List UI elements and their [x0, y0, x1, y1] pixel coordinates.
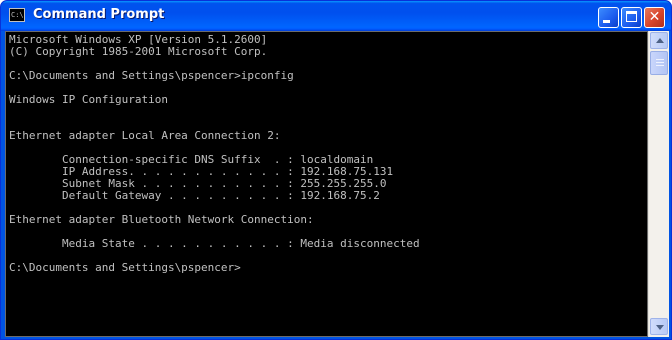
title-bar[interactable]: C:\ Command Prompt ✕	[1, 1, 671, 31]
console-line: Default Gateway . . . . . . . . . : 192.…	[9, 189, 380, 202]
close-button[interactable]: ✕	[644, 7, 665, 28]
minimize-icon	[603, 20, 610, 23]
grip-line	[656, 59, 664, 60]
arrow-up-icon	[656, 38, 664, 43]
console-line: Media State . . . . . . . . . . . : Medi…	[9, 237, 420, 250]
console-prompt-line: C:\Documents and Settings\pspencer>	[9, 261, 241, 274]
console-app-icon[interactable]: C:\	[9, 8, 25, 22]
scroll-up-button[interactable]	[650, 32, 668, 49]
console-line: Windows IP Configuration	[9, 93, 168, 106]
console-line: C:\Documents and Settings\pspencer>ipcon…	[9, 69, 294, 82]
maximize-button[interactable]	[621, 7, 642, 28]
console-line: Ethernet adapter Bluetooth Network Conne…	[9, 213, 314, 226]
command-prompt-window: C:\ Command Prompt ✕ Microsoft Windows X…	[0, 0, 672, 340]
grip-line	[656, 62, 664, 63]
scroll-down-button[interactable]	[650, 318, 668, 335]
console-output-area[interactable]: Microsoft Windows XP [Version 5.1.2600] …	[5, 31, 648, 337]
scrollbar-thumb[interactable]	[650, 51, 668, 75]
close-icon: ✕	[648, 9, 661, 25]
console-line: Ethernet adapter Local Area Connection 2…	[9, 129, 281, 142]
console-line: (C) Copyright 1985-2001 Microsoft Corp.	[9, 45, 268, 58]
window-title: Command Prompt	[33, 7, 165, 22]
minimize-button[interactable]	[598, 7, 619, 28]
grip-line	[656, 65, 664, 66]
maximize-icon	[626, 11, 637, 22]
vertical-scrollbar[interactable]	[648, 31, 669, 337]
arrow-down-icon	[656, 325, 664, 330]
